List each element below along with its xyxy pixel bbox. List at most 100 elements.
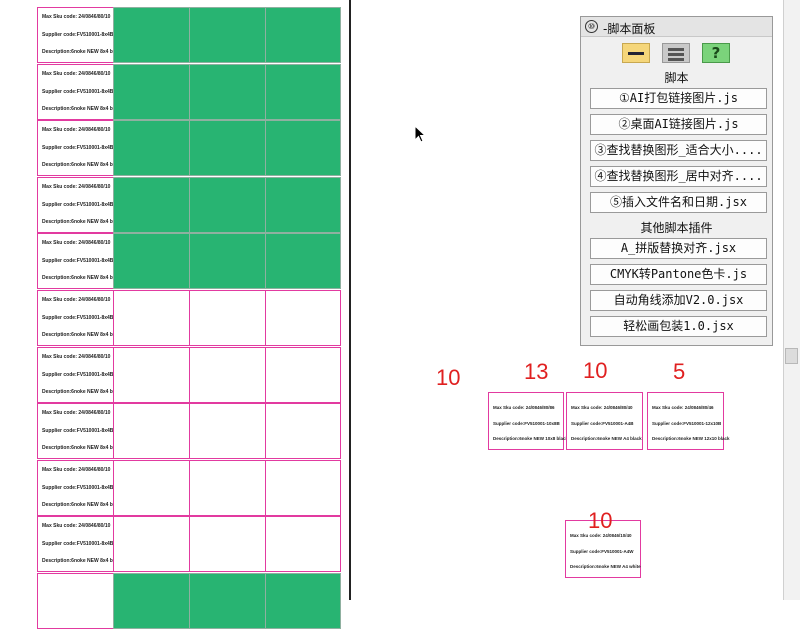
script-button[interactable]: ①AI打包链接图片.js xyxy=(590,88,767,109)
grid-cell[interactable] xyxy=(189,459,266,516)
grid-cell[interactable] xyxy=(189,290,266,346)
label-cell[interactable]: Max Sku code: 24/0846/80/10 Supplier code… xyxy=(37,63,123,120)
grid-cell[interactable] xyxy=(113,290,190,346)
grid-row: Max Sku code: 24/0846/80/10 Supplier code… xyxy=(37,403,341,460)
minimize-icon[interactable] xyxy=(622,43,650,63)
grid-cell[interactable] xyxy=(113,120,190,177)
label-cell[interactable]: Max Sku code: 24/0846/80/10 Supplier code… xyxy=(37,120,123,177)
label-cell[interactable]: Max Sku code: 24/0846/80/10 Supplier code… xyxy=(37,516,123,573)
grid-cell[interactable] xyxy=(265,63,341,120)
grid-row: Max Sku code: 24/0846/80/10 Supplier code… xyxy=(37,459,341,517)
panel-titlebar[interactable]: ⑩ -脚本面板 xyxy=(581,17,772,37)
label-card[interactable]: Max Sku code: 24/0846/80/40 Supplier cod… xyxy=(566,392,643,450)
plugin-button[interactable]: CMYK转Pantone色卡.js xyxy=(590,264,767,285)
description-text: Description:6noke NEW 8x4 black xyxy=(42,501,123,508)
description-text: Description:6noke NEW 12x10 black xyxy=(652,436,730,441)
supplier-code-text: Supplier code:FV510001-A4W xyxy=(570,549,634,554)
supplier-code-text: Supplier code:FV510001-8x4B xyxy=(42,541,114,548)
artboard-edge xyxy=(349,0,351,600)
label-cell[interactable]: Max Sku code: 24/0846/80/10 Supplier code… xyxy=(37,403,123,460)
plugin-button[interactable]: 自动角线添加V2.0.jsx xyxy=(590,290,767,311)
scrollbar-thumb[interactable] xyxy=(785,348,798,364)
grid-cell[interactable] xyxy=(265,346,341,403)
label-cell[interactable]: Max Sku code: 24/0846/80/10 Supplier code… xyxy=(37,290,123,346)
grid-cell[interactable] xyxy=(189,403,266,460)
vertical-scrollbar[interactable] xyxy=(783,0,800,600)
grid-cell[interactable] xyxy=(265,403,341,460)
supplier-code-text: Supplier code:FV510001-8x4B xyxy=(42,258,114,265)
script-panel: ⑩ -脚本面板 ? 脚本 ①AI打包链接图片.js ②桌面AI链接图片.js ③… xyxy=(580,16,773,346)
grid-cell[interactable] xyxy=(265,459,341,516)
sku-code-text: Max Sku code: 24/0846/80/10 xyxy=(42,70,111,77)
grid-cell[interactable] xyxy=(113,7,190,63)
supplier-code-text: Supplier code:FV510001-8x4B xyxy=(42,484,114,491)
plugin-button[interactable]: A_拼版替换对齐.jsx xyxy=(590,238,767,259)
plugin-button[interactable]: 轻松画包装1.0.jsx xyxy=(590,316,767,337)
grid-cell[interactable] xyxy=(113,403,190,460)
grid-cell[interactable] xyxy=(113,63,190,120)
grid-cell[interactable] xyxy=(113,573,190,629)
grid-cell[interactable] xyxy=(189,346,266,403)
supplier-code-text: Supplier code:FV510001-10x8B xyxy=(493,421,560,426)
grid-cell[interactable] xyxy=(189,176,266,233)
grid-cell[interactable] xyxy=(189,7,266,63)
label-cell[interactable]: Max Sku code: 24/0846/80/10 Supplier code… xyxy=(37,176,123,233)
label-cell[interactable]: Max Sku code: 24/0846/80/10 Supplier code… xyxy=(37,233,123,290)
grid-cell[interactable] xyxy=(113,176,190,233)
script-button[interactable]: ④查找替换图形_居中对齐.... xyxy=(590,166,767,187)
script-button[interactable]: ⑤插入文件名和日期.jsx xyxy=(590,192,767,213)
artboard: Max Sku code: 24/0846/80/10 Supplier code… xyxy=(0,0,350,629)
description-text: Description:6noke NEW 8x4 black xyxy=(42,218,123,225)
grid-row: Max Sku code: 24/0846/80/10 Supplier code… xyxy=(37,233,341,290)
description-text: Description:6noke NEW 8x4 black xyxy=(42,275,123,282)
quantity-number: 5 xyxy=(673,359,686,384)
grid-cell[interactable] xyxy=(113,346,190,403)
panel-logo-icon: ⑩ xyxy=(585,20,598,33)
grid-cell[interactable] xyxy=(189,63,266,120)
quantity-number: 10 xyxy=(436,365,461,390)
grid-cell[interactable] xyxy=(265,573,341,629)
grid-cell[interactable] xyxy=(265,7,341,63)
supplier-code-text: Supplier code:FV510001-12x10B xyxy=(652,421,722,426)
grid-cell[interactable] xyxy=(189,516,266,573)
sku-code-text: Max Sku code: 24/0846/80/10 xyxy=(42,297,111,303)
description-text: Description:6noke NEW 8x4 black xyxy=(42,49,123,55)
supplier-code-text: Supplier code:FV510001-8x4B xyxy=(42,88,114,95)
label-cell[interactable] xyxy=(37,573,114,629)
grid-cell[interactable] xyxy=(265,516,341,573)
script-button[interactable]: ②桌面AI链接图片.js xyxy=(590,114,767,135)
grid-cell[interactable] xyxy=(265,176,341,233)
label-cell[interactable]: Max Sku code: 24/0846/80/10 Supplier code… xyxy=(37,346,123,403)
grid-cell[interactable] xyxy=(265,233,341,290)
grid-row: Max Sku code: 24/0846/80/10 Supplier code… xyxy=(37,7,341,64)
supplier-code-text: Supplier code:FV510001-8x4B xyxy=(42,371,114,378)
help-icon[interactable]: ? xyxy=(702,43,730,63)
grid-cell[interactable] xyxy=(265,290,341,346)
label-cell[interactable]: Max Sku code: 24/0846/80/10 Supplier code… xyxy=(37,7,123,63)
grid-cell[interactable] xyxy=(265,120,341,177)
label-card[interactable]: Max Sku code: 24/0846/80/86 Supplier cod… xyxy=(488,392,568,450)
grid-cell[interactable] xyxy=(113,516,190,573)
sku-code-text: Max Sku code: 24/0846/80/86 xyxy=(493,405,555,410)
supplier-code-text: Supplier code:FV510001-8x4B xyxy=(42,201,114,208)
script-button[interactable]: ③查找替换图形_适合大小.... xyxy=(590,140,767,161)
grid-cell[interactable] xyxy=(113,459,190,516)
description-text: Description:6noke NEW 8x4 black xyxy=(42,388,123,395)
label-card[interactable]: Max Sku code: 24/0846/80/46 Supplier cod… xyxy=(647,392,730,450)
description-text: Description:6noke NEW 8x4 black xyxy=(42,162,123,169)
sku-code-text: Max Sku code: 24/0846/80/10 xyxy=(42,240,111,247)
sku-code-text: Max Sku code: 24/0846/80/40 xyxy=(571,405,633,410)
quantity-number: 10 xyxy=(583,358,608,383)
description-text: Description:6noke NEW A4 black xyxy=(571,436,642,441)
grid-cell[interactable] xyxy=(189,233,266,290)
list-icon[interactable] xyxy=(662,43,690,63)
sku-code-text: Max Sku code: 24/0846/80/10 xyxy=(42,410,111,417)
supplier-code-text: Supplier code:FV510001-8x4B xyxy=(42,32,114,38)
grid-cell[interactable] xyxy=(189,573,266,629)
sku-code-text: Max Sku code: 24/0846/80/10 xyxy=(42,523,111,530)
grid-cell[interactable] xyxy=(113,233,190,290)
sku-code-text: Max Sku code: 24/0846/80/10 xyxy=(42,127,111,134)
grid-row: Max Sku code: 24/0846/80/10 Supplier code… xyxy=(37,516,341,573)
label-cell[interactable]: Max Sku code: 24/0846/80/10 Supplier code… xyxy=(37,459,123,516)
grid-cell[interactable] xyxy=(189,120,266,177)
